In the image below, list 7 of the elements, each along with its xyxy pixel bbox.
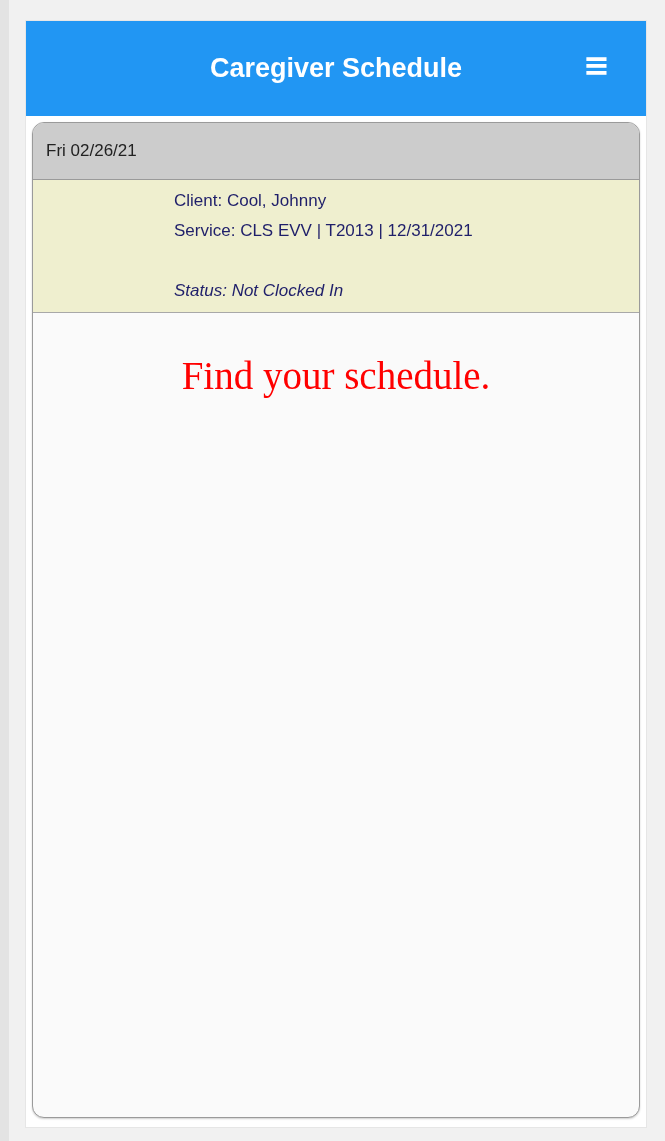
client-text: Client: Cool, Johnny — [174, 190, 328, 212]
visit-entry[interactable]: Client: Cool, Johnny Service: CLS EVV | T2013 | 12/31/2021 Status: Not Clocked In — [33, 180, 639, 313]
service-text: Service: CLS EVV | T2013 | 12/31/2021 — [174, 220, 474, 242]
date-label: Fri 02/26/21 — [46, 141, 137, 161]
annotation-text: Find your schedule. — [181, 354, 491, 397]
status-text: Status: Not Clocked In — [174, 280, 345, 302]
app-title: Caregiver Schedule — [209, 53, 463, 84]
